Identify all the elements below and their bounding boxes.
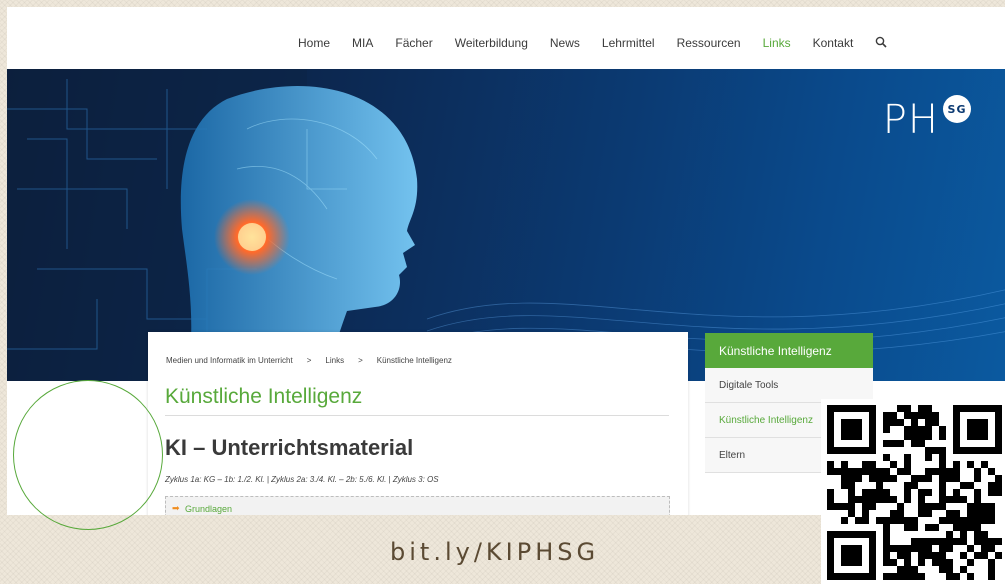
breadcrumb-item-links[interactable]: Links xyxy=(325,356,344,365)
nav-item-news[interactable]: News xyxy=(550,36,580,50)
section-heading: KI – Unterrichtsmaterial xyxy=(165,435,414,460)
nav-item-weiterbildung[interactable]: Weiterbildung xyxy=(455,36,528,50)
nav-item-ressourcen[interactable]: Ressourcen xyxy=(677,36,741,50)
accordion-label: Grundlagen xyxy=(185,504,233,514)
sidebar-item-digitale-tools[interactable]: Digitale Tools xyxy=(705,368,873,403)
content-panel: Medien und Informatik im Unterricht > Li… xyxy=(148,332,688,515)
nav-item-links[interactable]: Links xyxy=(763,36,791,50)
nav-item-faecher[interactable]: Fächer xyxy=(395,36,432,50)
page-title: Künstliche Intelligenz xyxy=(165,385,363,408)
search-icon[interactable] xyxy=(875,36,889,50)
decorative-circle xyxy=(13,380,163,530)
cycle-subline: Zyklus 1a: KG – 1b: 1./2. Kl. | Zyklus 2… xyxy=(165,475,439,484)
nav-item-kontakt[interactable]: Kontakt xyxy=(813,36,854,50)
top-navigation: Home MIA Fächer Weiterbildung News Lehrm… xyxy=(7,7,1005,69)
short-url: bit.ly/KIPHSG xyxy=(390,538,600,566)
logo-text: PH xyxy=(882,97,939,143)
breadcrumb-item-mia[interactable]: Medien und Informatik im Unterricht xyxy=(166,356,293,365)
nav-item-lehrmittel[interactable]: Lehrmittel xyxy=(602,36,655,50)
qr-code xyxy=(821,399,1005,584)
phsg-logo[interactable]: PH SG xyxy=(882,95,971,143)
accordion-grundlagen[interactable]: ➡ Grundlagen xyxy=(165,496,670,515)
logo-badge: SG xyxy=(943,95,971,123)
nav-item-mia[interactable]: MIA xyxy=(352,36,373,50)
nav-menu: Home MIA Fächer Weiterbildung News Lehrm… xyxy=(298,36,889,50)
nav-item-home[interactable]: Home xyxy=(298,36,330,50)
qr-code-graphic xyxy=(827,405,1002,580)
breadcrumb-separator: > xyxy=(306,356,312,365)
arrow-right-icon: ➡ xyxy=(172,503,180,513)
breadcrumb: Medien und Informatik im Unterricht > Li… xyxy=(166,356,452,365)
title-divider xyxy=(165,415,669,416)
sidebar-header[interactable]: Künstliche Intelligenz xyxy=(705,333,873,368)
breadcrumb-separator: > xyxy=(358,356,363,365)
breadcrumb-item-current: Künstliche Intelligenz xyxy=(376,356,452,365)
